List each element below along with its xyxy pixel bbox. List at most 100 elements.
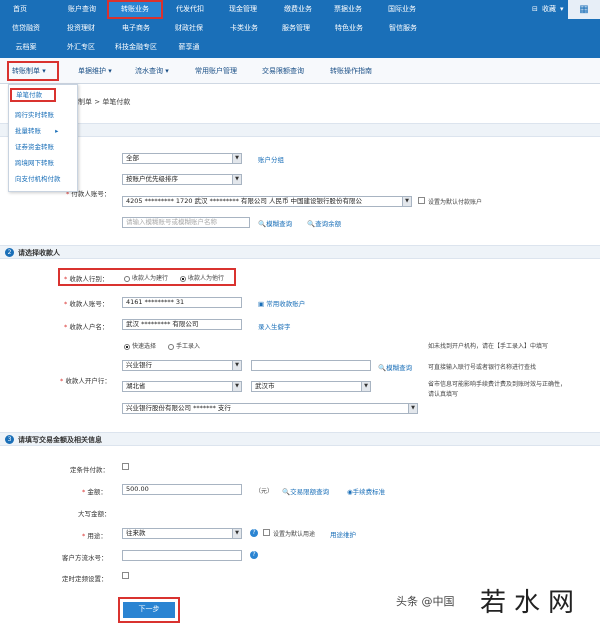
serial-input[interactable] [122, 550, 242, 561]
nav-account-query[interactable]: 账户查询 [52, 0, 112, 19]
serial-label: 客户方流水号： [62, 554, 108, 562]
common-payee-link[interactable]: ▣ 常用收款账户 [258, 298, 305, 308]
nav-archive[interactable]: 云档案 [0, 38, 52, 57]
nav-payment[interactable]: 缴费业务 [273, 0, 323, 19]
payer-fuzzy-query[interactable]: 🔍模糊查询 [258, 218, 292, 228]
chevron-down-icon: ▼ [232, 529, 241, 538]
amount-label: * 金额： [82, 488, 107, 496]
nav-home[interactable]: 首页 [0, 0, 40, 19]
nav-transfer[interactable]: 转账业务 [107, 0, 163, 19]
nav-special[interactable]: 特色业务 [323, 19, 375, 38]
section2-header: 2 请选择收款人 [0, 245, 600, 259]
chevron-right-icon: ▸ [55, 127, 59, 135]
default-purpose-label: 设置为默认用途 [273, 531, 316, 538]
chevron-down-icon: ▼ [232, 175, 241, 184]
payer-search-input[interactable]: 请输入模糊账号或模糊账户名称 [122, 217, 250, 228]
nav-smart[interactable]: 智信服务 [377, 19, 429, 38]
fav-icon[interactable]: ⊟ [532, 0, 538, 19]
balance-query[interactable]: 🔍查询余额 [307, 218, 341, 228]
cond-pay-label: 定条件付款： [70, 466, 109, 474]
caps-amount-label: 大写金额： [78, 510, 111, 518]
subnav-transfer-make[interactable]: 转账制单 ▾ [12, 66, 46, 76]
subnav-flow-query[interactable]: 流水查询 ▾ [135, 66, 169, 76]
chevron-down-icon: ▼ [408, 404, 417, 413]
account-group-link[interactable]: 账户分组 [258, 154, 284, 164]
payee-type-label: * 收款人行别： [64, 275, 109, 283]
payee-ccb-radio[interactable]: 收款人为建行 [124, 273, 168, 282]
nav-finance[interactable]: 财政社保 [163, 19, 215, 38]
fee-standard-link[interactable]: ◉手续费标准 [347, 486, 385, 496]
chevron-down-icon: ▼ [361, 382, 370, 391]
default-purpose-checkbox[interactable] [263, 529, 270, 536]
bank-note-3: 省市信息可能影响手续费计费及到账时效与正确性， [428, 381, 567, 388]
payee-bank-label: * 收款人开户行： [60, 377, 111, 385]
grid-icon[interactable]: ▦ [568, 0, 600, 19]
search-icon: 🔍 [258, 220, 267, 228]
account-group-select[interactable]: 全部 ▼ [122, 153, 242, 164]
section1-header [0, 123, 600, 137]
nav-intl[interactable]: 国际业务 [377, 0, 427, 19]
menu-securities-transfer[interactable]: 证券资金转账 [15, 141, 54, 151]
timing-label: 定时定频设置： [62, 575, 108, 583]
section3-title: 请填写交易金额及相关信息 [18, 436, 102, 444]
nav-service[interactable]: 服务管理 [270, 19, 322, 38]
payer-account-select[interactable]: 4205 ********* 1720 武汉 ********* 有限公司 人民… [122, 196, 412, 207]
bank-select[interactable]: 兴业银行 ▼ [122, 360, 242, 371]
purpose-label: * 用途： [82, 532, 107, 540]
payee-account-input[interactable]: 4161 ********* 31 [122, 297, 242, 308]
search-icon: 🔍 [307, 220, 316, 228]
limit-query-link[interactable]: 🔍交易限额查询 [282, 486, 329, 496]
step-number: 2 [5, 248, 14, 257]
nav-salary[interactable]: 薪享通 [163, 38, 215, 57]
help-icon[interactable]: ? [250, 551, 258, 559]
subnav-limit-query[interactable]: 交易限额查询 [262, 66, 304, 76]
next-button[interactable]: 下一步 [123, 602, 175, 618]
bank-fuzzy-query[interactable]: 🔍模糊查询 [378, 362, 412, 372]
nav-bills[interactable]: 票据业务 [323, 0, 373, 19]
watermark-source: 头条 @中国 [396, 595, 455, 608]
amount-input[interactable]: 500.00 [122, 484, 242, 495]
manual-entry-radio[interactable]: 手工录入 [168, 341, 200, 350]
bank-note-1: 如未找到开户机构，请在【手工录入】中填写 [428, 343, 549, 350]
fav-link[interactable]: 收藏 [542, 0, 556, 19]
sub-navigation: 转账制单 ▾ 单据维护 ▾ 流水查询 ▾ 常用账户管理 交易限额查询 转账操作指… [0, 58, 600, 84]
default-payer-checkbox[interactable] [418, 197, 425, 204]
bank-search-input[interactable] [251, 360, 371, 371]
nav-tech[interactable]: 科技金融专区 [110, 38, 162, 57]
payee-name-input[interactable]: 武汉 ********* 有限公司 [122, 319, 242, 330]
branch-select[interactable]: 兴业银行股份有限公司 ******* 支行 ▼ [122, 403, 418, 414]
city-select[interactable]: 武汉市 ▼ [251, 381, 371, 392]
payee-account-label: * 收款人账号： [64, 300, 109, 308]
section3-header: 3 请填写交易金额及相关信息 [0, 432, 600, 446]
nav-ecommerce[interactable]: 电子商务 [110, 19, 162, 38]
menu-payment-institution[interactable]: 向支付机构付款 [15, 173, 61, 183]
dropdown-icon[interactable]: ▾ [560, 0, 564, 19]
timing-checkbox[interactable] [122, 572, 129, 579]
nav-cash[interactable]: 现金管理 [218, 0, 268, 19]
purpose-maintain-link[interactable]: 用途维护 [330, 529, 356, 539]
menu-crossborder-transfer[interactable]: 跨境网下转账 [15, 157, 54, 167]
purpose-select[interactable]: 往来款 ▼ [122, 528, 242, 539]
quick-select-radio[interactable]: 快速选择 [124, 341, 156, 350]
rare-char-link[interactable]: 录入生僻字 [258, 321, 291, 331]
help-icon[interactable]: ? [250, 529, 258, 537]
menu-realtime-transfer[interactable]: 跨行实时转账 [15, 109, 54, 119]
chevron-down-icon: ▼ [232, 382, 241, 391]
cond-pay-checkbox[interactable] [122, 463, 129, 470]
step-number: 3 [5, 435, 14, 444]
nav-card[interactable]: 卡类业务 [218, 19, 270, 38]
payee-name-label: * 收款人户名： [64, 323, 109, 331]
nav-invest[interactable]: 投资理财 [55, 19, 107, 38]
subnav-guide[interactable]: 转账操作指南 [330, 66, 372, 76]
sort-select[interactable]: 按账户优先级排序 ▼ [122, 174, 242, 185]
nav-agent[interactable]: 代发代扣 [165, 0, 215, 19]
menu-single-payment[interactable]: 单笔付款 [10, 88, 56, 102]
payee-other-radio[interactable]: 收款人为他行 [180, 273, 224, 282]
nav-credit[interactable]: 信贷融资 [0, 19, 52, 38]
province-select[interactable]: 湖北省 ▼ [122, 381, 242, 392]
nav-forex[interactable]: 外汇专区 [55, 38, 107, 57]
subnav-doc-maint[interactable]: 单据维护 ▾ [78, 66, 112, 76]
chevron-down-icon: ▼ [232, 154, 241, 163]
menu-batch-transfer[interactable]: 批量转账 ▸ [15, 125, 58, 135]
subnav-common-accounts[interactable]: 常用账户管理 [195, 66, 237, 76]
